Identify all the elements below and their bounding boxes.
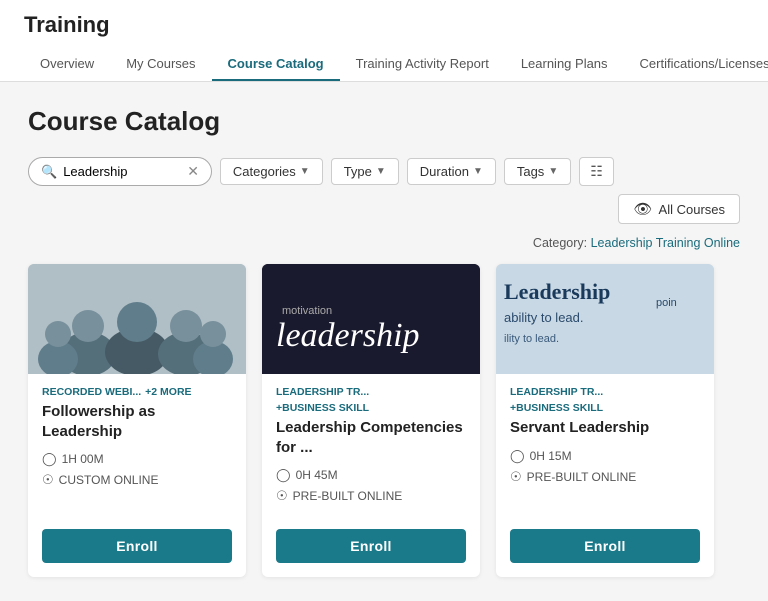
enroll-button[interactable]: Enroll [510, 529, 700, 563]
chevron-down-icon: ▼ [376, 166, 386, 177]
card-image [28, 264, 246, 374]
globe-icon: ☉ [510, 469, 522, 485]
nav-tab-training-activity[interactable]: Training Activity Report [340, 48, 505, 81]
delivery-value: PRE-BUILT ONLINE [293, 489, 403, 503]
app-title: Training [24, 12, 744, 38]
card-title: Leadership Competencies for ... [276, 418, 466, 457]
card-tag[interactable]: +BUSINESS SKILL [510, 402, 603, 414]
card-image: motivation leadership [262, 264, 480, 374]
duration-label: Duration [420, 164, 469, 179]
clock-icon: ◯ [42, 451, 57, 467]
top-bar: Training OverviewMy CoursesCourse Catalo… [0, 0, 768, 82]
card-title: Servant Leadership [510, 418, 700, 438]
globe-icon: ☉ [276, 488, 288, 504]
card-delivery: ☉ PRE-BUILT ONLINE [276, 488, 466, 504]
main-content: Course Catalog 🔍 ✕ Categories ▼ Type ▼ D… [0, 82, 768, 601]
category-link[interactable]: Leadership Training Online [591, 236, 740, 250]
card-tags: RECORDED WEBI... +2 MORE [42, 386, 232, 398]
category-info: Category: Leadership Training Online [28, 236, 740, 250]
enroll-button[interactable]: Enroll [276, 529, 466, 563]
card-tag[interactable]: +BUSINESS SKILL [276, 402, 369, 414]
chevron-down-icon: ▼ [473, 166, 483, 177]
enroll-button[interactable]: Enroll [42, 529, 232, 563]
tags-filter[interactable]: Tags ▼ [504, 158, 571, 185]
tags-label: Tags [517, 164, 544, 179]
chevron-down-icon: ▼ [548, 166, 558, 177]
nav-tab-overview[interactable]: Overview [24, 48, 110, 81]
page-title: Course Catalog [28, 106, 740, 137]
nav-tab-course-catalog[interactable]: Course Catalog [212, 48, 340, 81]
search-clear-icon[interactable]: ✕ [187, 163, 199, 180]
card-delivery: ☉ CUSTOM ONLINE [42, 472, 232, 488]
card-image: Leadership ability to lead. ility to lea… [496, 264, 714, 374]
funnel-icon: ☷ [590, 163, 603, 179]
svg-text:Leadership: Leadership [504, 279, 610, 304]
course-card-3: Leadership ability to lead. ility to lea… [496, 264, 714, 577]
card-body: LEADERSHIP TR... +BUSINESS SKILL Servant L… [496, 374, 714, 519]
nav-tab-my-courses[interactable]: My Courses [110, 48, 211, 81]
card-footer: Enroll [262, 519, 480, 577]
search-icon: 🔍 [41, 164, 57, 180]
categories-filter[interactable]: Categories ▼ [220, 158, 323, 185]
clock-icon: ◯ [276, 467, 291, 483]
nav-tab-learning-plans[interactable]: Learning Plans [505, 48, 624, 81]
eye-icon: 👁 [633, 200, 652, 218]
search-box: 🔍 ✕ [28, 157, 212, 186]
card-footer: Enroll [496, 519, 714, 577]
type-label: Type [344, 164, 372, 179]
course-card-2: motivation leadership LEADERSHIP TR... +B… [262, 264, 480, 577]
cards-row: RECORDED WEBI... +2 MORE Followership as L… [28, 264, 740, 577]
all-courses-label: All Courses [659, 202, 725, 217]
card-footer: Enroll [28, 519, 246, 577]
svg-text:poin: poin [656, 297, 677, 309]
card-tags: LEADERSHIP TR... +BUSINESS SKILL [276, 386, 466, 414]
type-filter[interactable]: Type ▼ [331, 158, 399, 185]
duration-value: 0H 45M [296, 468, 338, 482]
delivery-value: PRE-BUILT ONLINE [527, 470, 637, 484]
card-body: RECORDED WEBI... +2 MORE Followership as L… [28, 374, 246, 519]
chevron-down-icon: ▼ [300, 166, 310, 177]
svg-text:motivation: motivation [282, 305, 332, 317]
clock-icon: ◯ [510, 448, 525, 464]
card-duration: ◯ 1H 00M [42, 451, 232, 467]
categories-label: Categories [233, 164, 296, 179]
card-delivery: ☉ PRE-BUILT ONLINE [510, 469, 700, 485]
card-title: Followership as Leadership [42, 402, 232, 441]
nav-tabs: OverviewMy CoursesCourse CatalogTraining… [24, 48, 744, 81]
card-tag[interactable]: LEADERSHIP TR... [510, 386, 603, 398]
card-tag[interactable]: LEADERSHIP TR... [276, 386, 369, 398]
duration-value: 1H 00M [62, 452, 104, 466]
course-card-1: RECORDED WEBI... +2 MORE Followership as L… [28, 264, 246, 577]
duration-value: 0H 15M [530, 449, 572, 463]
card-duration: ◯ 0H 15M [510, 448, 700, 464]
card-tag[interactable]: +2 MORE [145, 386, 191, 398]
svg-text:ability to lead.: ability to lead. [504, 310, 584, 325]
card-tag[interactable]: RECORDED WEBI... [42, 386, 141, 398]
all-courses-button[interactable]: 👁 All Courses [618, 194, 740, 224]
svg-text:leadership: leadership [276, 317, 420, 354]
globe-icon: ☉ [42, 472, 54, 488]
duration-filter[interactable]: Duration ▼ [407, 158, 496, 185]
card-tags: LEADERSHIP TR... +BUSINESS SKILL [510, 386, 700, 414]
card-duration: ◯ 0H 45M [276, 467, 466, 483]
search-input[interactable] [63, 164, 183, 179]
nav-tab-certifications[interactable]: Certifications/Licenses [624, 48, 768, 81]
svg-text:ility to lead.: ility to lead. [504, 333, 559, 345]
filters-row: 🔍 ✕ Categories ▼ Type ▼ Duration ▼ Tags … [28, 157, 740, 224]
filter-icon-button[interactable]: ☷ [579, 157, 614, 186]
delivery-value: CUSTOM ONLINE [59, 473, 159, 487]
card-body: LEADERSHIP TR... +BUSINESS SKILL Leadershi… [262, 374, 480, 519]
